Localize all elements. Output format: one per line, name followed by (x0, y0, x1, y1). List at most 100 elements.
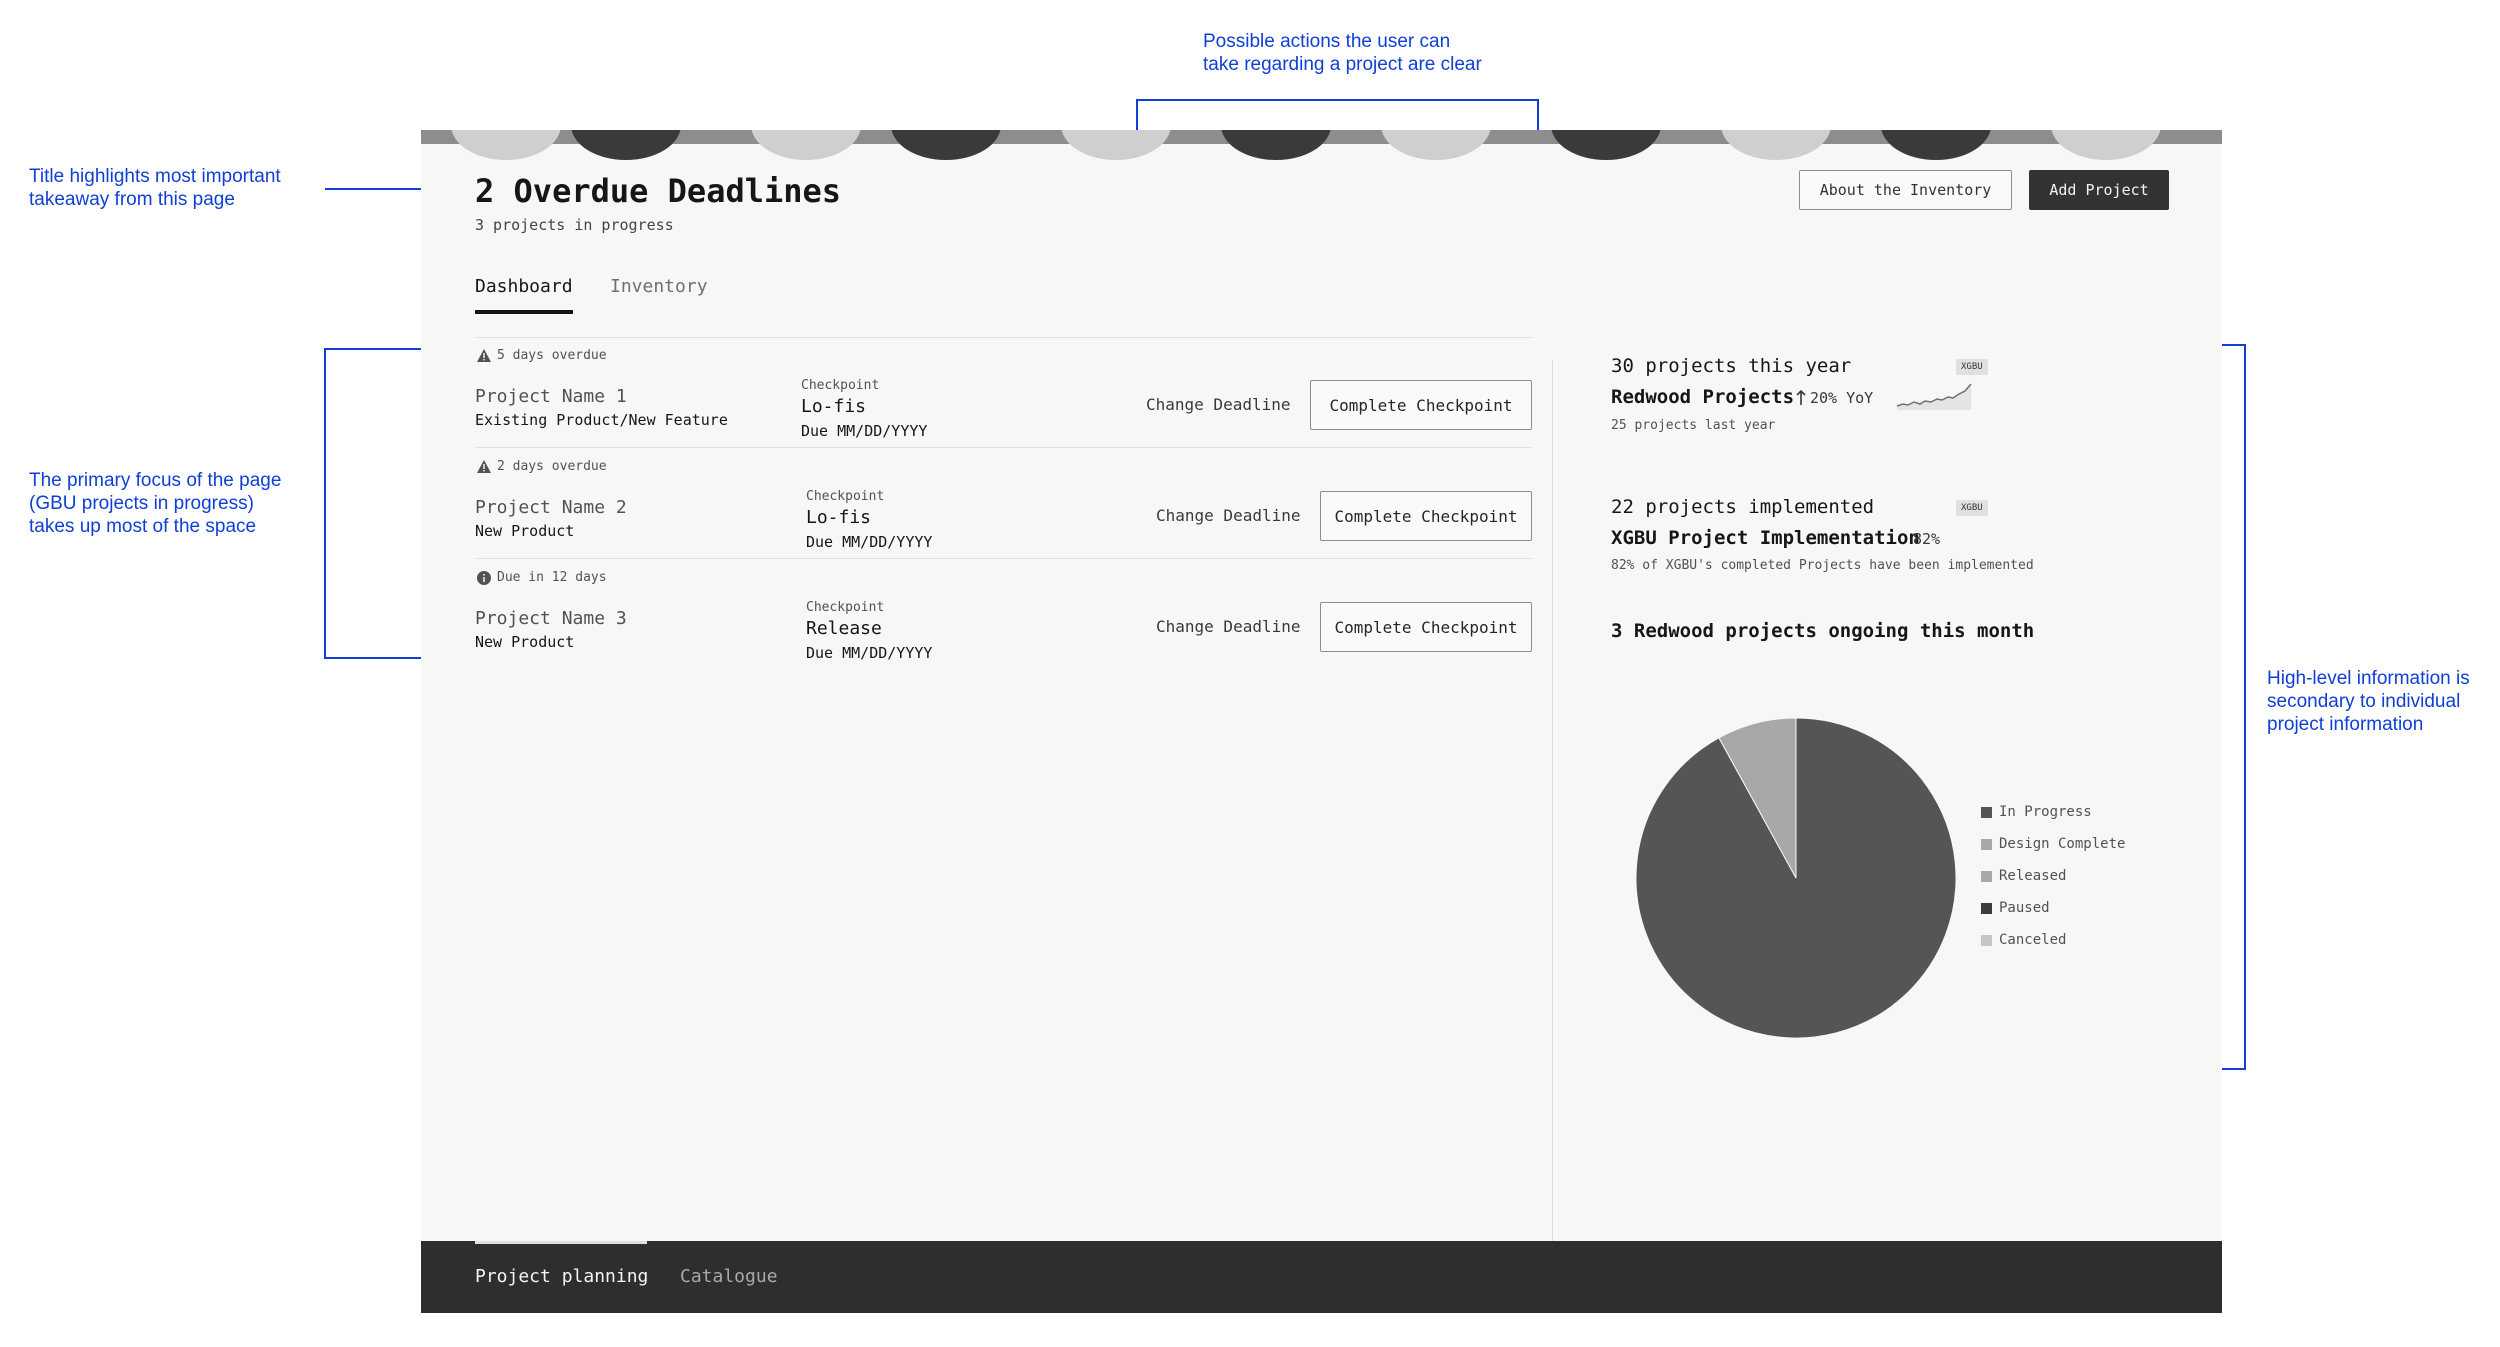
xgbu-tag: XGBU (1956, 500, 1988, 516)
implementation-percent: 82% (1913, 530, 1941, 548)
checkpoint-value: Lo-fis (801, 396, 867, 417)
banner-shape (1221, 130, 1331, 160)
redwood-projects-title: Redwood Projects (1611, 386, 1795, 408)
legend-item-design-complete: Design Complete (1981, 836, 2125, 852)
footer-nav: Project planning Catalogue (421, 1241, 2222, 1313)
page-title: 2 Overdue Deadlines (475, 172, 842, 210)
annotation-line: secondary to individual (2267, 691, 2461, 712)
arrow-up-icon (1796, 390, 1806, 405)
project-name[interactable]: Project Name 2 (475, 497, 627, 518)
status-label: Due in 12 days (477, 570, 607, 585)
complete-checkpoint-button[interactable]: Complete Checkpoint (1320, 491, 1532, 541)
banner-shape (451, 130, 561, 160)
banner-shape (891, 130, 1001, 160)
checkpoint-label: Checkpoint (806, 489, 885, 504)
annotation-line: Title highlights most important (29, 166, 281, 187)
annotation-line: Possible actions the user can (1203, 31, 1451, 52)
legend-label: Design Complete (1999, 836, 2126, 852)
annotation-line: The primary focus of the page (29, 470, 282, 491)
status-text: Due in 12 days (497, 570, 607, 585)
last-year-count: 25 projects last year (1611, 418, 1776, 433)
checkpoint-label: Checkpoint (806, 600, 885, 615)
annotation-line: takeaway from this page (29, 189, 235, 210)
implementation-detail: 82% of XGBU's completed Projects have be… (1611, 558, 2034, 573)
banner-shape (1061, 130, 1171, 160)
banner-shape (2051, 130, 2161, 160)
checkpoint-label: Checkpoint (801, 378, 880, 393)
checkpoint-value: Lo-fis (806, 507, 872, 528)
warning-icon (477, 460, 491, 473)
project-row: 5 days overdue Project Name 1 Existing P… (475, 338, 1532, 448)
legend-label: Released (1999, 868, 2067, 884)
legend-item-paused: Paused (1981, 900, 2050, 916)
about-inventory-button[interactable]: About the Inventory (1799, 170, 2012, 210)
project-type: Existing Product/New Feature (475, 411, 728, 429)
sparkline-chart (1896, 383, 1972, 410)
banner-shape (571, 130, 681, 160)
banner-shape (751, 130, 861, 160)
legend-item-released: Released (1981, 868, 2066, 884)
status-label: 5 days overdue (477, 348, 607, 363)
annotation-highlevel: High-level information is secondary to i… (2267, 667, 2470, 736)
status-text: 2 days overdue (497, 459, 607, 474)
active-footer-tab-indicator (475, 1241, 647, 1244)
yoy-change-text: 20% YoY (1810, 389, 1874, 407)
annotation-line: (GBU projects in progress) (29, 493, 254, 514)
legend-swatch (1981, 806, 1992, 818)
add-project-button[interactable]: Add Project (2029, 170, 2169, 210)
status-pie-chart (1636, 718, 1956, 1038)
change-deadline-link[interactable]: Change Deadline (1146, 395, 1291, 414)
project-name[interactable]: Project Name 3 (475, 608, 627, 629)
header-banner-pattern (421, 130, 2222, 160)
page-subtitle: 3 projects in progress (475, 216, 674, 234)
info-icon (477, 570, 491, 585)
annotation-actions: Possible actions the user can take regar… (1203, 30, 1482, 76)
legend-swatch (1981, 902, 1992, 914)
warning-icon (477, 349, 491, 362)
status-label: 2 days overdue (477, 459, 607, 474)
project-row: 2 days overdue Project Name 2 New Produc… (475, 449, 1532, 559)
footer-tab-project-planning[interactable]: Project planning (475, 1266, 648, 1287)
banner-shape (1551, 130, 1661, 160)
legend-swatch (1981, 838, 1992, 850)
project-type: New Product (475, 522, 575, 540)
banner-shape (1721, 130, 1831, 160)
legend-swatch (1981, 870, 1992, 882)
tab-inventory[interactable]: Inventory (610, 276, 708, 297)
complete-checkpoint-button[interactable]: Complete Checkpoint (1320, 602, 1532, 652)
panel-divider (1552, 360, 1553, 1242)
legend-swatch (1981, 934, 1992, 946)
legend-label: Paused (1999, 900, 2050, 916)
annotation-line: takes up most of the space (29, 516, 257, 537)
tab-dashboard[interactable]: Dashboard (475, 276, 573, 297)
footer-tab-catalogue[interactable]: Catalogue (680, 1266, 778, 1287)
change-deadline-link[interactable]: Change Deadline (1156, 617, 1301, 636)
checkpoint-value: Release (806, 618, 882, 639)
yoy-change: 20% YoY (1796, 389, 1873, 407)
checkpoint-due: Due MM/DD/YYYY (806, 644, 933, 662)
annotation-title: Title highlights most important takeaway… (29, 165, 281, 211)
checkpoint-due: Due MM/DD/YYYY (806, 533, 933, 551)
legend-label: In Progress (1999, 804, 2092, 820)
annotation-line: High-level information is (2267, 668, 2470, 689)
annotation-line: take regarding a project are clear (1203, 54, 1482, 75)
annotation-focus: The primary focus of the page (GBU proje… (29, 469, 281, 538)
status-text: 5 days overdue (497, 348, 607, 363)
ongoing-projects-heading: 3 Redwood projects ongoing this month (1611, 620, 2035, 642)
projects-this-year-heading: 30 projects this year (1611, 355, 1852, 377)
project-name[interactable]: Project Name 1 (475, 386, 627, 407)
active-tab-indicator (475, 310, 573, 314)
project-row: Due in 12 days Project Name 3 New Produc… (475, 560, 1532, 670)
legend-label: Canceled (1999, 932, 2067, 948)
legend-item-canceled: Canceled (1981, 932, 2066, 948)
complete-checkpoint-button[interactable]: Complete Checkpoint (1310, 380, 1532, 430)
legend-item-in-progress: In Progress (1981, 804, 2092, 820)
checkpoint-due: Due MM/DD/YYYY (801, 422, 928, 440)
project-type: New Product (475, 633, 575, 651)
banner-shape (1881, 130, 1991, 160)
change-deadline-link[interactable]: Change Deadline (1156, 506, 1301, 525)
app-frame: 2 Overdue Deadlines 3 projects in progre… (421, 130, 2222, 1313)
xgbu-tag: XGBU (1956, 359, 1988, 375)
projects-implemented-heading: 22 projects implemented (1611, 496, 1875, 518)
annotation-line: project information (2267, 714, 2424, 735)
